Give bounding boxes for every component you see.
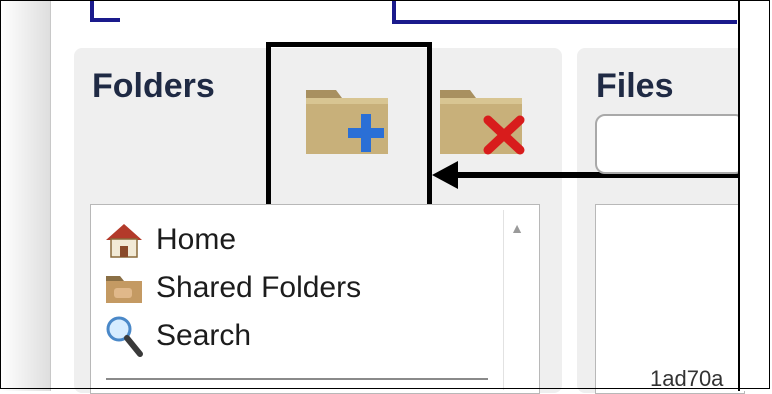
screenshot-frame bbox=[0, 0, 770, 389]
